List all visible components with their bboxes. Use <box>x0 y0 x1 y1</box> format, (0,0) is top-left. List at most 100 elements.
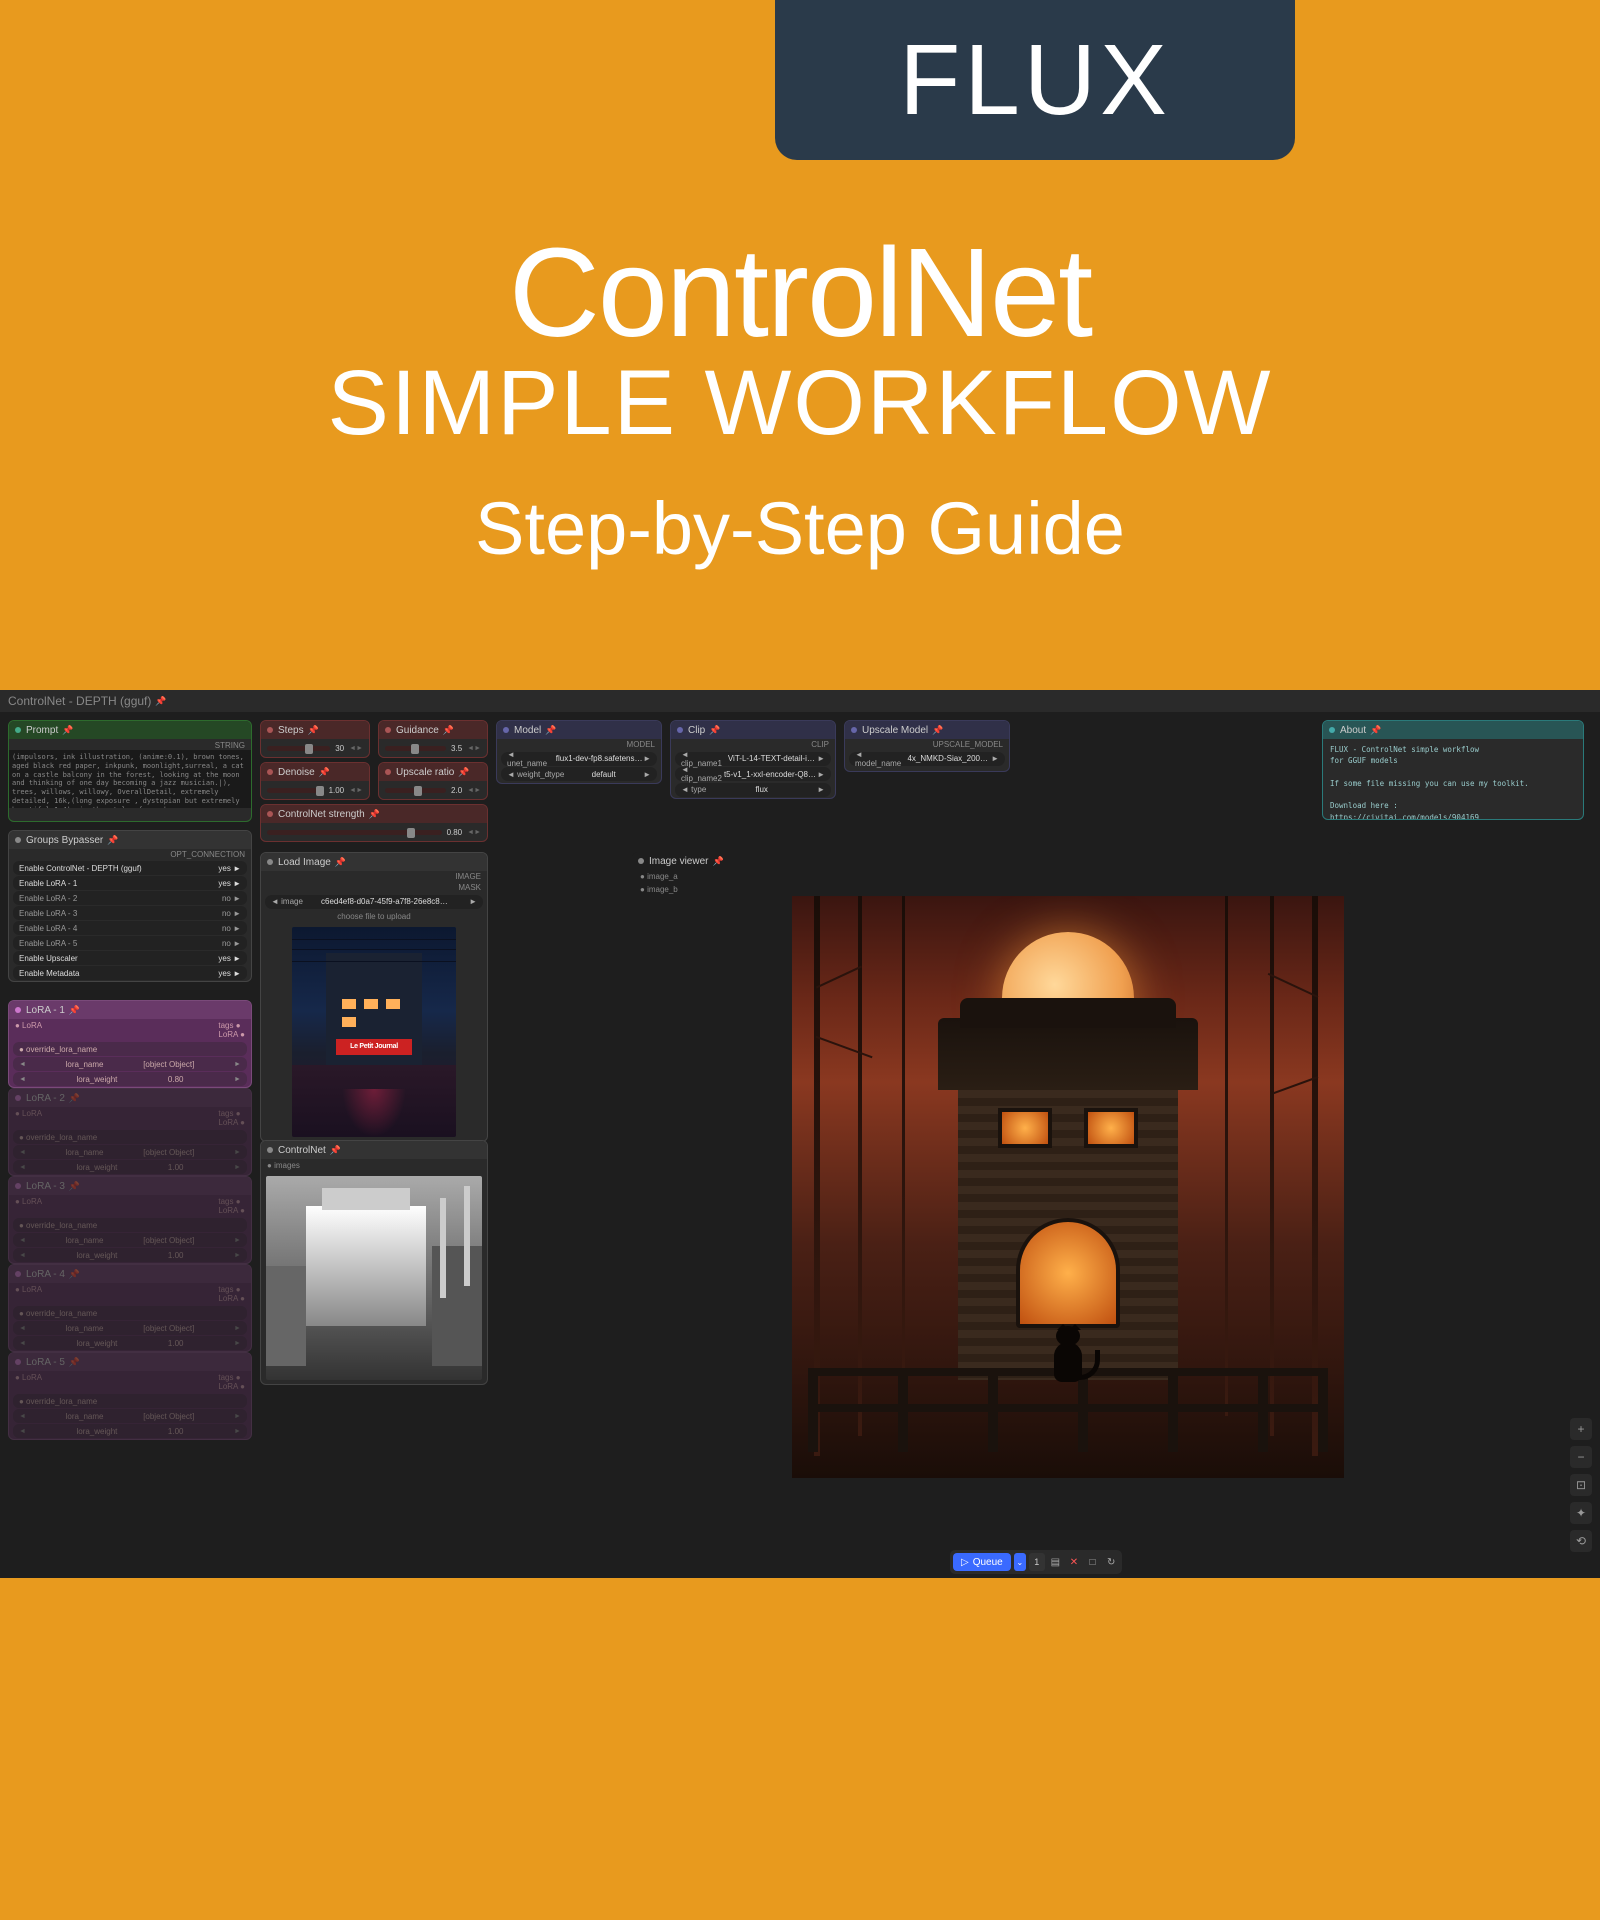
clip-node[interactable]: Clip📌 CLIP ◄ clip_name1ViT-L-14-TEXT-det… <box>670 720 836 799</box>
controlnet-depth-preview[interactable] <box>266 1176 482 1380</box>
prompt-output-label: STRING <box>9 739 251 750</box>
image-viewer-node[interactable]: Image viewer📌 ● image_a ● image_b <box>632 852 1352 1492</box>
pin-icon: 📌 <box>319 767 330 778</box>
pin-icon: 📌 <box>62 725 73 736</box>
fit-button[interactable]: ⊡ <box>1570 1474 1592 1496</box>
groups-bypasser-node[interactable]: Groups Bypasser📌 OPT_CONNECTION Enable C… <box>8 830 252 982</box>
title-line1: ControlNet <box>0 220 1600 365</box>
queue-label: Queue <box>973 1557 1003 1568</box>
flux-badge: FLUX <box>775 0 1295 160</box>
bypass-row[interactable]: Enable LoRA - 5no ► <box>13 936 247 950</box>
title-line3: Step-by-Step Guide <box>0 486 1600 571</box>
model-node[interactable]: Model📌 MODEL ◄ unet_nameflux1-dev-fp8.sa… <box>496 720 662 784</box>
queue-refresh-button[interactable]: ↻ <box>1103 1553 1119 1571</box>
controlnet-strength-node[interactable]: ControlNet strength📌 0.80◄► <box>260 804 488 842</box>
lora-node[interactable]: LoRA - 5📌 ● LoRAtags ●LoRA ● ● override_… <box>8 1352 252 1440</box>
field-row[interactable]: ◄ model_name4x_NMKD-Siax_200k.pth► <box>849 752 1005 766</box>
loadimage-port-mask: MASK <box>458 883 481 892</box>
title-line2: SIMPLE WORKFLOW <box>0 351 1600 456</box>
pin-icon: 📌 <box>712 856 723 867</box>
about-title: About <box>1340 725 1366 736</box>
field-row[interactable]: ◄ clip_name1ViT-L-14-TEXT-detail-impro► <box>675 752 831 766</box>
cnstr-title: ControlNet strength <box>278 809 365 820</box>
bypasser-title: Groups Bypasser <box>26 835 103 846</box>
guidance-title: Guidance <box>396 725 439 736</box>
pin-icon: 📌 <box>1370 725 1381 736</box>
viewer-title: Image viewer <box>649 856 708 867</box>
zoom-in-button[interactable]: + <box>1570 1418 1592 1440</box>
steps-slider[interactable] <box>267 746 330 751</box>
queue-stop-button[interactable]: □ <box>1085 1553 1101 1571</box>
about-text: FLUX - ControlNet simple workflow for GG… <box>1323 739 1583 820</box>
output-image[interactable] <box>792 896 1344 1478</box>
steps-value: 30 <box>335 744 344 753</box>
queue-bar: ▷ Queue ⌄ 1 ▤ ✕ □ ↻ <box>950 1550 1122 1574</box>
queue-dropdown[interactable]: ⌄ <box>1014 1553 1026 1571</box>
lora-node[interactable]: LoRA - 2📌 ● LoRAtags ●LoRA ● ● override_… <box>8 1088 252 1176</box>
load-image-node[interactable]: Load Image📌 IMAGE MASK ◄ imagec6ed4ef8-d… <box>260 852 488 1142</box>
upscale-ratio-node[interactable]: Upscale ratio📌 2.0◄► <box>378 762 488 800</box>
cat-silhouette <box>1046 1320 1090 1382</box>
denoise-title: Denoise <box>278 767 315 778</box>
reset-button[interactable]: ⟲ <box>1570 1530 1592 1552</box>
prompt-node[interactable]: Prompt 📌 STRING (impulsors, ink illustrat… <box>8 720 252 822</box>
node-canvas[interactable]: Prompt 📌 STRING (impulsors, ink illustrat… <box>0 712 1600 1578</box>
prompt-textarea[interactable]: (impulsors, ink illustration, (anime:0.1… <box>9 750 251 808</box>
guidance-slider[interactable] <box>385 746 446 751</box>
loadimage-preview[interactable]: Le Petit Journal <box>292 927 456 1137</box>
loadimage-file-field[interactable]: ◄ imagec6ed4ef8-d0a7-45f9-a7f8-26e8c8d19… <box>265 895 483 909</box>
guidance-node[interactable]: Guidance📌 3.5◄► <box>378 720 488 758</box>
app-header: ControlNet - DEPTH (gguf) 📌 <box>0 690 1600 712</box>
queue-cancel-button[interactable]: ✕ <box>1066 1553 1082 1571</box>
steps-title: Steps <box>278 725 304 736</box>
cnstr-slider[interactable] <box>267 830 442 835</box>
zoom-out-button[interactable]: − <box>1570 1446 1592 1468</box>
field-row[interactable]: ◄ unet_nameflux1-dev-fp8.safetensors► <box>501 752 657 766</box>
about-node[interactable]: About 📌 FLUX - ControlNet simple workflow… <box>1322 720 1584 820</box>
controlnet-preview-node[interactable]: ControlNet📌 ● images <box>260 1140 488 1385</box>
steps-node[interactable]: Steps📌 30◄► <box>260 720 370 758</box>
upscale-model-node[interactable]: Upscale Model📌 UPSCALE_MODEL ◄ model_nam… <box>844 720 1010 772</box>
bypass-row[interactable]: Enable LoRA - 3no ► <box>13 906 247 920</box>
controlnet-port: images <box>274 1161 300 1170</box>
field-row[interactable]: ◄ weight_dtypedefault► <box>501 767 657 781</box>
clip-title: Clip <box>688 725 705 736</box>
bypass-row[interactable]: Enable LoRA - 4no ► <box>13 921 247 935</box>
denoise-slider[interactable] <box>267 788 324 793</box>
bypass-row[interactable]: Enable LoRA - 2no ► <box>13 891 247 905</box>
upratio-slider[interactable] <box>385 788 446 793</box>
lora-node[interactable]: LoRA - 4📌 ● LoRAtags ●LoRA ● ● override_… <box>8 1264 252 1352</box>
field-row[interactable]: ◄ typeflux► <box>675 783 831 797</box>
queue-button[interactable]: ▷ Queue <box>953 1553 1011 1571</box>
upscale-title: Upscale Model <box>862 725 928 736</box>
clip-port: CLIP <box>671 739 835 750</box>
locate-button[interactable]: ✦ <box>1570 1502 1592 1524</box>
bypass-row[interactable]: Enable ControlNet - DEPTH (gguf)yes ► <box>13 861 247 875</box>
queue-count: 1 <box>1029 1553 1045 1571</box>
play-icon: ▷ <box>961 1557 969 1568</box>
controlnet-title: ControlNet <box>278 1145 326 1156</box>
lora-node[interactable]: LoRA - 1📌 ● LoRAtags ●LoRA ● ● override_… <box>8 1000 252 1088</box>
lora-node[interactable]: LoRA - 3📌 ● LoRAtags ●LoRA ● ● override_… <box>8 1176 252 1264</box>
field-row[interactable]: ◄ clip_name2t5-v1_1-xxl-encoder-Q8_0.ggu… <box>675 767 831 781</box>
bypass-row[interactable]: Enable LoRA - 1yes ► <box>13 876 247 890</box>
bypass-row[interactable]: Enable Upscaleryes ► <box>13 951 247 965</box>
queue-batch-icon[interactable]: ▤ <box>1048 1553 1064 1571</box>
pin-icon: 📌 <box>330 1145 341 1156</box>
pin-icon: 📌 <box>458 767 469 778</box>
pin-icon: 📌 <box>107 835 118 846</box>
shop-sign: Le Petit Journal <box>336 1039 412 1055</box>
upload-button[interactable]: choose file to upload <box>261 910 487 923</box>
bypass-row[interactable]: Enable Metadatayes ► <box>13 966 247 980</box>
pin-icon: 📌 <box>443 725 454 736</box>
viewer-port-a: image_a <box>647 872 678 881</box>
comfyui-app: ControlNet - DEPTH (gguf) 📌 Prompt 📌 STRI… <box>0 690 1600 1578</box>
upratio-value: 2.0 <box>451 786 462 795</box>
prompt-title: Prompt <box>26 725 58 736</box>
viewer-port-b: image_b <box>647 885 678 894</box>
pin-icon: 📌 <box>545 725 556 736</box>
model-title: Model <box>514 725 541 736</box>
loadimage-port-image: IMAGE <box>455 872 481 881</box>
denoise-node[interactable]: Denoise📌 1.00◄► <box>260 762 370 800</box>
pin-icon: 📌 <box>369 809 380 820</box>
